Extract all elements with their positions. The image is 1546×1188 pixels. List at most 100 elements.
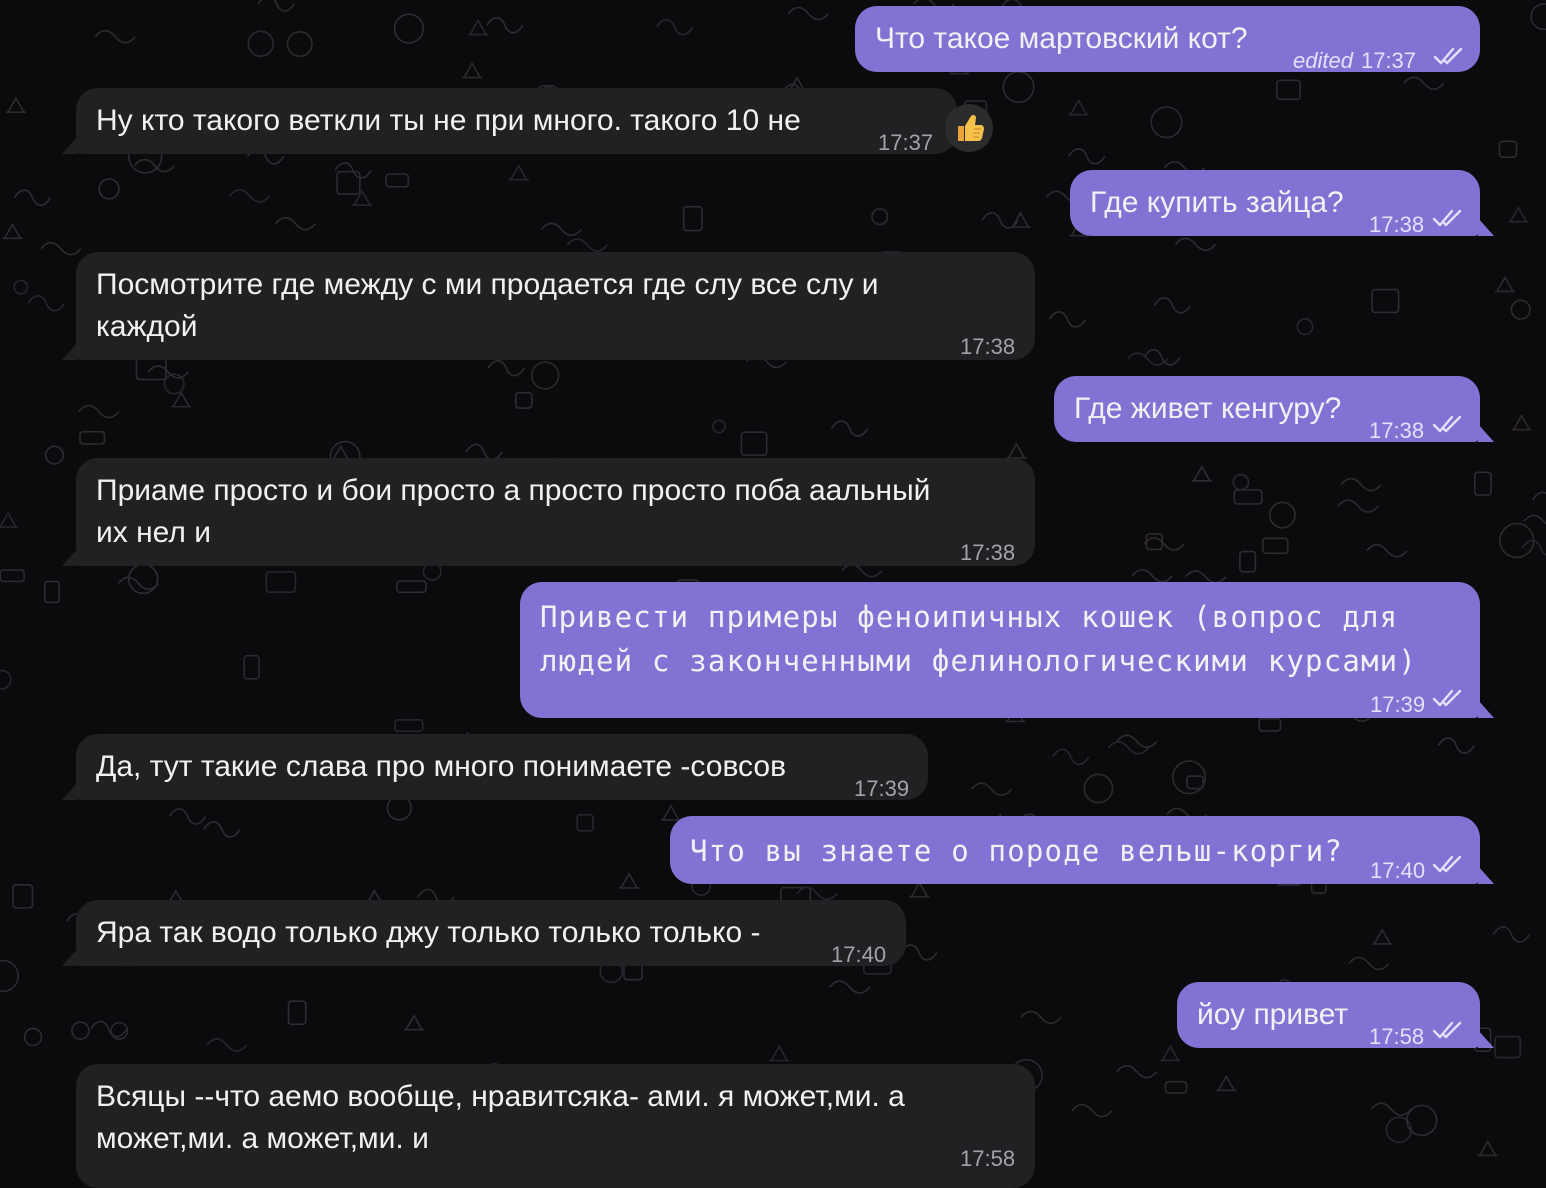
message-text: Где купить зайца?: [1090, 186, 1344, 219]
reaction-badge[interactable]: [945, 104, 993, 152]
wallpaper-doodle: [682, 205, 703, 232]
outgoing-message[interactable]: Что вы знаете о породе вельш-корги? 17:4…: [670, 816, 1480, 884]
double-check-icon: [1432, 415, 1462, 433]
wallpaper-doodle: [1530, 2, 1546, 31]
wallpaper-doodle: [1371, 288, 1400, 314]
incoming-message[interactable]: Приаме просто и бои просто а просто прос…: [76, 458, 1035, 566]
wallpaper-doodle: [228, 189, 271, 203]
message-time: 17:38: [960, 334, 1016, 359]
wallpaper-doodle: [94, 29, 136, 44]
message-text-line: каждой: [96, 310, 198, 343]
wallpaper-doodle: [1143, 349, 1181, 366]
wallpaper-doodle: [1068, 148, 1106, 165]
wallpaper-doodle: [1232, 473, 1250, 491]
wallpaper-doodle: [274, 216, 317, 231]
wallpaper-doodle: [13, 189, 52, 206]
wallpaper-doodle: [1164, 1080, 1188, 1094]
wallpaper-doodle: [98, 178, 120, 200]
message-text-line: их нел и: [96, 516, 211, 549]
wallpaper-doodle: [1276, 79, 1301, 101]
wallpaper-doodle: [1052, 748, 1090, 766]
outgoing-message[interactable]: Что такое мартовский кот? edited 17:37: [855, 6, 1480, 73]
wallpaper-doodle: [43, 580, 60, 604]
wallpaper-doodle: [71, 1021, 90, 1040]
message-text: Где живет кенгуру?: [1074, 392, 1342, 425]
message-text: Ну кто такого веткли ты не при много. та…: [96, 104, 801, 137]
wallpaper-doodle: [1083, 773, 1114, 804]
wallpaper-doodle: [871, 208, 889, 226]
wallpaper-doodle: [0, 669, 12, 690]
outgoing-message[interactable]: Где живет кенгуру? 17:38: [1054, 376, 1480, 443]
wallpaper-doodle: [0, 569, 25, 583]
wallpaper-doodle: [1510, 299, 1531, 320]
wallpaper-doodle: [576, 813, 594, 832]
wallpaper-doodle: [1107, 741, 1150, 755]
wallpaper-doodle: [841, 563, 883, 578]
wallpaper-doodle: [1239, 550, 1257, 573]
outgoing-message[interactable]: Где купить зайца? 17:38: [1070, 170, 1480, 237]
wallpaper-doodle: [712, 419, 727, 434]
wallpaper-doodle: [171, 391, 192, 408]
message-time: 17:37: [878, 130, 934, 155]
message-text-line: людей с законченными фелинологическими к…: [540, 644, 1417, 678]
wallpaper-doodle: [1523, 514, 1546, 525]
wallpaper-doodle: [1116, 734, 1158, 749]
wallpaper-doodle: [13, 279, 29, 295]
wallpaper-doodle: [78, 404, 120, 419]
incoming-message[interactable]: Ну кто такого веткли ты не при много. та…: [76, 88, 957, 155]
wallpaper-doodle: [900, 944, 938, 961]
wallpaper-doodle: [117, 576, 160, 591]
message-time: 17:38: [1369, 418, 1425, 443]
wallpaper-doodle: [1191, 465, 1212, 482]
incoming-message[interactable]: Посмотрите где между с ми продается где …: [76, 252, 1035, 360]
wallpaper-doodle: [404, 1014, 425, 1031]
wallpaper-doodle: [1499, 522, 1535, 559]
message-meta: edited 17:37: [1293, 40, 1416, 82]
wallpaper-doodle: [530, 361, 560, 390]
message-text-line: Приаме просто и бои просто а просто прос…: [96, 474, 931, 507]
incoming-message[interactable]: Всяцы --что аемо вообще, нравитсяка- ами…: [76, 1064, 1035, 1188]
incoming-message[interactable]: Яра так водо только джу только только то…: [76, 900, 906, 967]
message-time: 17:38: [1369, 212, 1425, 237]
wallpaper-doodle: [257, 0, 296, 12]
wallpaper-doodle: [90, 1020, 128, 1038]
wallpaper-doodle: [1048, 311, 1087, 328]
wallpaper-doodle: [619, 872, 640, 889]
double-check-icon: [1433, 47, 1463, 65]
wallpaper-doodle: [203, 821, 241, 838]
wallpaper-doodle: [508, 164, 529, 181]
wallpaper-doodle: [1116, 1064, 1158, 1079]
wallpaper-doodle: [462, 61, 483, 79]
wallpaper-doodle: [0, 959, 20, 993]
wallpaper-doodle: [1216, 1074, 1237, 1092]
wallpaper-doodle: [1473, 471, 1492, 496]
wallpaper-doodle: [487, 359, 525, 377]
message-time: 17:40: [1370, 858, 1426, 883]
message-text-line: Привести примеры феноипичных кошек (вопр…: [540, 600, 1399, 634]
wallpaper-doodle: [334, 162, 372, 179]
wallpaper-doodle: [1174, 237, 1217, 252]
wallpaper-doodle: [660, 804, 681, 821]
wallpaper-doodle: [1262, 537, 1289, 555]
message-text: Что вы знаете о породе вельш-корги?: [690, 834, 1344, 868]
wallpaper-doodle: [287, 1000, 307, 1026]
wallpaper-doodle: [1068, 99, 1089, 116]
wallpaper-doodle: [247, 30, 275, 58]
outgoing-message[interactable]: йоу привет 17:58: [1177, 982, 1480, 1049]
wallpaper-doodle: [970, 782, 1013, 797]
incoming-message[interactable]: Да, тут такие слава про много понимаете …: [76, 734, 928, 801]
wallpaper-doodle: [769, 1044, 790, 1062]
wallpaper-doodle: [1366, 543, 1408, 558]
wallpaper-doodle: [1150, 106, 1183, 139]
double-check-icon: [1432, 689, 1462, 707]
thumbs-up-icon: [958, 114, 984, 141]
wallpaper-doodle: [1002, 70, 1035, 104]
wallpaper-doodle: [1340, 477, 1382, 492]
outgoing-message[interactable]: Привести примеры феноипичных кошек (вопр…: [520, 582, 1480, 718]
wallpaper-doodle: [1296, 318, 1314, 336]
wallpaper-doodle: [206, 1038, 248, 1052]
wallpaper-doodle: [44, 445, 64, 465]
wallpaper-doodle: [393, 13, 425, 44]
wallpaper-doodle: [1532, 491, 1546, 501]
wallpaper-doodle: [1370, 1102, 1412, 1116]
